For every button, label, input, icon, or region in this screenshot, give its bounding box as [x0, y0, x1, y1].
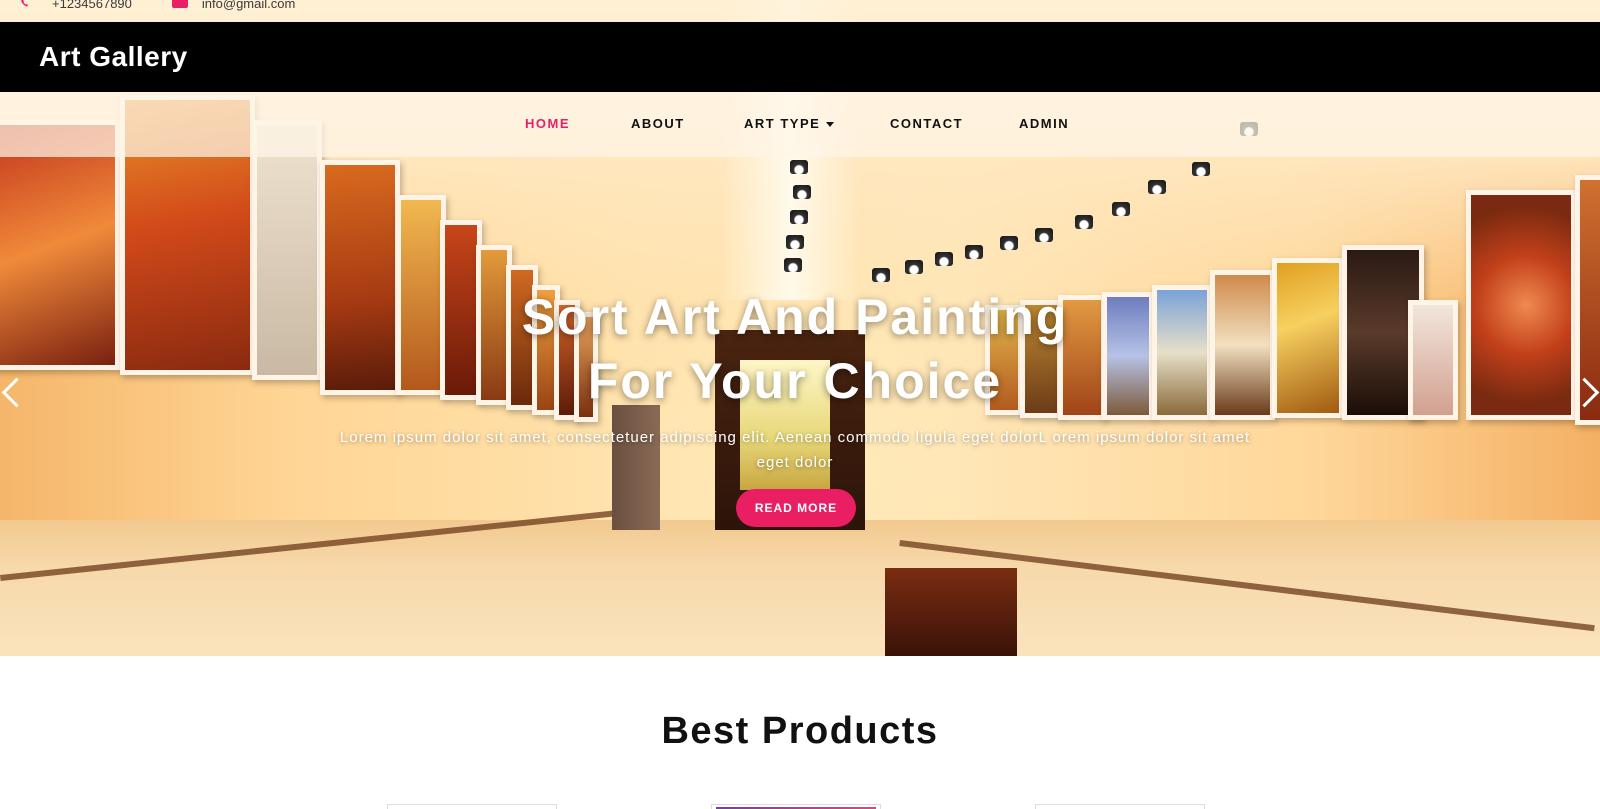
phone-number: +1234567890 — [52, 0, 132, 11]
painting — [1210, 270, 1275, 420]
section-title: Best Products — [661, 710, 939, 752]
painting — [1408, 300, 1458, 420]
nav-label: ABOUT — [631, 116, 685, 131]
brand-header: Art Gallery — [0, 22, 1600, 92]
mail-icon — [171, 0, 188, 8]
spotlight — [1075, 215, 1093, 229]
spotlight — [1148, 180, 1166, 194]
email-address[interactable]: info@gmail.com — [202, 0, 295, 11]
spotlight — [784, 258, 802, 272]
phone-contact[interactable]: +1234567890 info@gmail.com — [20, 0, 295, 11]
product-card[interactable] — [711, 804, 881, 809]
nav-label: ART TYPE — [744, 116, 821, 131]
spotlight — [790, 210, 808, 224]
spotlight — [1000, 236, 1018, 250]
contact-strip: +1234567890 info@gmail.com — [0, 0, 1600, 22]
main-navigation: HOME ABOUT ART TYPE CONTACT ADMIN — [0, 92, 1600, 157]
nav-item-home[interactable]: HOME — [525, 92, 570, 157]
spotlight — [1112, 202, 1130, 216]
bench — [885, 568, 1017, 656]
hero-title-line-2: For Your Choice — [587, 353, 1003, 409]
spotlight — [905, 260, 923, 274]
spotlight — [1035, 228, 1053, 242]
nav-item-contact[interactable]: CONTACT — [890, 92, 963, 157]
spotlight — [965, 245, 983, 259]
spotlight — [793, 185, 811, 199]
nav-label: HOME — [525, 116, 570, 131]
product-card[interactable] — [387, 804, 557, 809]
hero-subtitle: Lorem ipsum dolor sit amet, consectetuer… — [339, 429, 1251, 471]
read-more-button[interactable]: READ MORE — [736, 489, 856, 527]
spotlight — [790, 160, 808, 174]
painting — [1466, 190, 1576, 420]
spotlight — [935, 252, 953, 266]
site-logo[interactable]: Art Gallery — [39, 41, 188, 73]
spotlight — [1192, 162, 1210, 176]
painting — [0, 120, 120, 370]
product-card[interactable] — [1035, 804, 1205, 809]
nav-label: ADMIN — [1019, 116, 1070, 131]
painting — [1272, 258, 1344, 418]
nav-item-admin[interactable]: ADMIN — [1019, 92, 1069, 157]
floor — [0, 520, 1600, 656]
nav-label: CONTACT — [890, 116, 964, 131]
nav-item-about[interactable]: ABOUT — [631, 92, 685, 157]
painting — [252, 120, 322, 380]
nav-item-art-type[interactable]: ART TYPE — [744, 92, 835, 157]
caret-down-icon — [826, 122, 835, 128]
hero-title-line-1: Sort Art And Painting — [521, 289, 1069, 345]
spotlight — [872, 268, 890, 282]
painting — [320, 160, 400, 395]
spotlight — [786, 235, 804, 249]
page: +1234567890 info@gmail.com Art Gallery H… — [0, 0, 1600, 809]
phone-icon — [21, 0, 28, 7]
hero-title: Sort Art And Painting For Your Choice — [400, 285, 1190, 413]
